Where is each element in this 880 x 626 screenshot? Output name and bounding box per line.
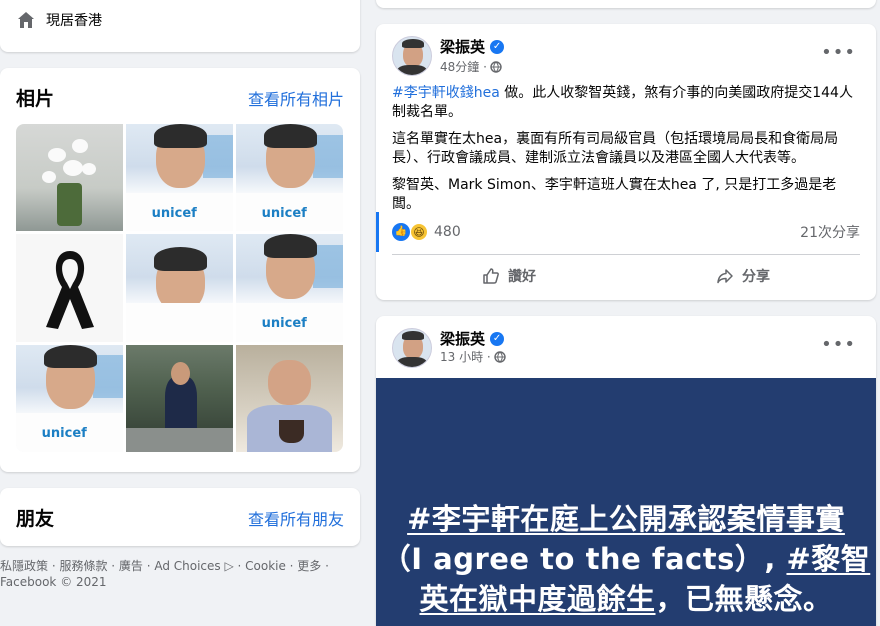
image-hashtag-1: #李宇軒在庭上公開承認案情事實 — [407, 502, 845, 536]
hashtag-link[interactable]: #李宇軒收錢hea — [392, 85, 500, 101]
share-button[interactable]: 分享 — [626, 258, 860, 294]
photo-thumbnail[interactable] — [16, 124, 123, 232]
photo-thumbnail[interactable]: unicef — [236, 234, 343, 342]
share-arrow-icon — [717, 269, 733, 284]
post-paragraph-1: #李宇軒收錢hea 做。此人收黎智英錢，煞有介事的向美國政府提交144人制裁名單… — [392, 85, 853, 120]
post-card: 梁振英 ✓ 48分鐘 · ••• #李宇軒收錢hea 做。此人收黎智英錢，煞有介… — [376, 24, 876, 300]
post-card-2: 梁振英 ✓ 13 小時 · ••• #李宇軒在庭上公開承認案情事實 （I agr… — [376, 316, 876, 626]
verified-badge-icon: ✓ — [490, 39, 505, 54]
post-meta: 13 小時 · — [440, 348, 506, 365]
post-meta: 48分鐘 · — [440, 58, 502, 75]
location-text: 現居香港 — [46, 13, 102, 29]
black-ribbon-icon — [45, 250, 94, 329]
globe-icon — [490, 60, 502, 73]
photo-grid: unicef unicef unicef unicef — [16, 124, 343, 452]
footer-links: 私隱政策 · 服務條款 · 廣告 · Ad Choices ▷ · Cookie… — [0, 558, 360, 590]
photos-card: 相片 查看所有相片 unicef unicef unicef unicef — [0, 68, 360, 472]
like-reaction-icon: 👍 — [392, 223, 410, 241]
author-avatar[interactable] — [392, 328, 432, 368]
author-name[interactable]: 梁振英 ✓ — [440, 36, 505, 57]
globe-icon — [494, 350, 506, 363]
post-actions: 讚好 分享 — [392, 258, 860, 294]
location-row: 現居香港 — [16, 10, 102, 30]
image-text-line-2: （I agree to the facts）, #黎智 — [381, 542, 871, 576]
photos-title: 相片 — [16, 88, 55, 110]
share-count[interactable]: 21次分享 — [800, 222, 860, 242]
reactions-bar: 👍 😆 480 21次分享 — [392, 222, 860, 242]
photo-caption: unicef — [261, 205, 307, 221]
see-all-friends-link[interactable]: 查看所有朋友 — [248, 506, 344, 530]
photo-thumbnail[interactable] — [126, 234, 233, 342]
haha-reaction-icon: 😆 — [410, 223, 428, 241]
thumbs-up-icon — [483, 268, 499, 284]
image-text-line-3: 英在獄中度過餘生，已無懸念。 — [419, 582, 833, 616]
photo-caption: unicef — [41, 426, 87, 442]
footer-line-2: Facebook © 2021 — [0, 575, 107, 589]
like-button[interactable]: 讚好 — [392, 258, 626, 294]
home-icon — [18, 12, 34, 28]
post-paragraph-3: 黎智英、Mark Simon、李宇軒這班人實在太hea 了, 只是打工多過是老闆… — [392, 177, 837, 212]
reaction-summary[interactable]: 👍 😆 480 — [392, 223, 461, 241]
see-all-photos-link[interactable]: 查看所有相片 — [248, 86, 344, 110]
friends-title: 朋友 — [16, 508, 55, 530]
post-image[interactable]: #李宇軒在庭上公開承認案情事實 （I agree to the facts）, … — [376, 378, 876, 626]
author-name[interactable]: 梁振英 ✓ — [440, 328, 505, 349]
post-timestamp[interactable]: 13 小時 · — [440, 348, 491, 365]
photo-thumbnail[interactable] — [236, 344, 343, 452]
image-text-line-1: #李宇軒在庭上公開承認案情事實 — [376, 496, 876, 538]
divider — [392, 254, 860, 255]
photo-thumbnail[interactable]: unicef — [126, 124, 233, 232]
photo-thumbnail[interactable] — [126, 344, 233, 452]
post-menu-icon[interactable]: ••• — [821, 334, 856, 355]
previous-post-bottom — [376, 0, 876, 8]
photo-thumbnail[interactable] — [16, 234, 123, 342]
reaction-count: 480 — [434, 224, 461, 240]
friends-card: 朋友 查看所有朋友 — [0, 488, 360, 546]
location-card: 現居香港 — [0, 0, 360, 52]
scroll-indicator — [376, 212, 379, 252]
post-timestamp[interactable]: 48分鐘 · — [440, 58, 487, 75]
image-hashtag-2: #黎智 — [786, 542, 871, 576]
author-avatar[interactable] — [392, 36, 432, 76]
photo-thumbnail[interactable]: unicef — [236, 124, 343, 232]
photo-thumbnail[interactable]: unicef — [16, 344, 123, 452]
verified-badge-icon: ✓ — [490, 331, 505, 346]
post-menu-icon[interactable]: ••• — [821, 42, 856, 63]
photo-caption: unicef — [261, 315, 307, 331]
post-paragraph-2: 這名單實在太hea，裏面有所有司局級官員（包括環境局局長和食衛局局長）、行政會議… — [392, 131, 839, 166]
photo-caption: unicef — [151, 205, 197, 221]
footer-line-1[interactable]: 私隱政策 · 服務條款 · 廣告 · Ad Choices ▷ · Cookie… — [0, 558, 360, 574]
